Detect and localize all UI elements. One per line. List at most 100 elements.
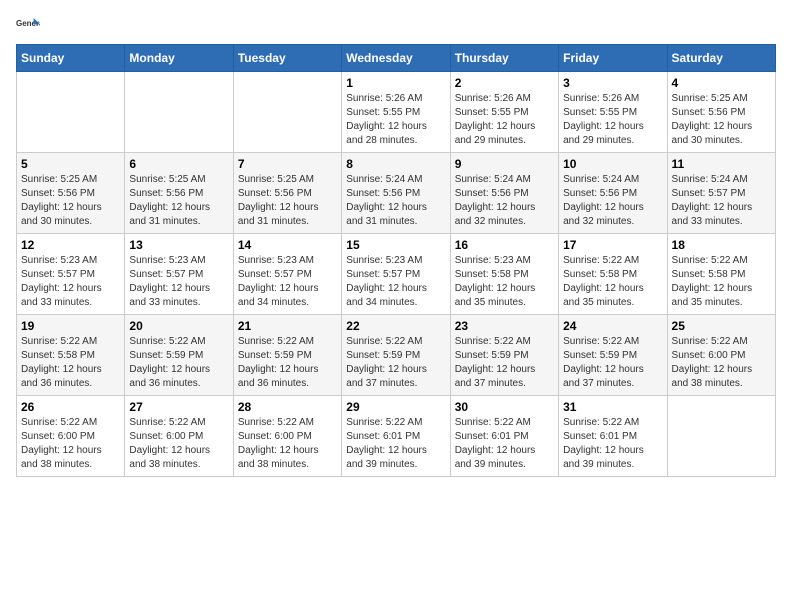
calendar-cell: 6 Sunrise: 5:25 AM Sunset: 5:56 PM Daylig…	[125, 153, 233, 234]
calendar-cell: 14 Sunrise: 5:23 AM Sunset: 5:57 PM Dayli…	[233, 234, 341, 315]
day-number: 30	[455, 400, 554, 414]
day-number: 28	[238, 400, 337, 414]
day-info: Sunrise: 5:26 AM Sunset: 5:55 PM Dayligh…	[563, 92, 662, 148]
day-number: 24	[563, 319, 662, 333]
day-header-friday: Friday	[559, 45, 667, 72]
calendar-cell: 3 Sunrise: 5:26 AM Sunset: 5:55 PM Daylig…	[559, 72, 667, 153]
day-info: Sunrise: 5:25 AM Sunset: 5:56 PM Dayligh…	[21, 173, 120, 229]
calendar-cell: 30Sunrise: 5:22 AM Sunset: 6:01 PM Dayli…	[450, 396, 558, 477]
calendar-cell: 31 Sunrise: 5:22 AM Sunset: 6:01 PM Dayli…	[559, 396, 667, 477]
day-info: Sunrise: 5:22 AM Sunset: 6:00 PM Dayligh…	[672, 335, 771, 391]
day-info: Sunrise: 5:22 AM Sunset: 5:59 PM Dayligh…	[563, 335, 662, 391]
day-info: Sunrise: 5:24 AM Sunset: 5:56 PM Dayligh…	[455, 173, 554, 229]
day-info: Sunrise: 5:23 AM Sunset: 5:57 PM Dayligh…	[238, 254, 337, 310]
day-info: Sunrise: 5:25 AM Sunset: 5:56 PM Dayligh…	[238, 173, 337, 229]
day-number: 22	[346, 319, 445, 333]
day-number: 3	[563, 76, 662, 90]
day-number: 13	[129, 238, 228, 252]
calendar-cell	[125, 72, 233, 153]
calendar-cell: 25 Sunrise: 5:22 AM Sunset: 6:00 PM Dayli…	[667, 315, 775, 396]
day-info: Sunrise: 5:23 AM Sunset: 5:57 PM Dayligh…	[346, 254, 445, 310]
day-number: 5	[21, 157, 120, 171]
day-header-tuesday: Tuesday	[233, 45, 341, 72]
day-number: 31	[563, 400, 662, 414]
day-header-sunday: Sunday	[17, 45, 125, 72]
calendar-cell: 17 Sunrise: 5:22 AM Sunset: 5:58 PM Dayli…	[559, 234, 667, 315]
calendar-cell: 2Sunrise: 5:26 AM Sunset: 5:55 PM Daylig…	[450, 72, 558, 153]
week-row-1: 1 Sunrise: 5:26 AM Sunset: 5:55 PM Daylig…	[17, 72, 776, 153]
calendar-cell: 23 Sunrise: 5:22 AM Sunset: 5:59 PM Dayli…	[450, 315, 558, 396]
day-number: 11	[672, 157, 771, 171]
calendar-cell: 22 Sunrise: 5:22 AM Sunset: 5:59 PM Dayli…	[342, 315, 450, 396]
day-number: 6	[129, 157, 228, 171]
calendar-cell	[233, 72, 341, 153]
calendar-cell: 9 Sunrise: 5:24 AM Sunset: 5:56 PM Daylig…	[450, 153, 558, 234]
calendar-cell: 21 Sunrise: 5:22 AM Sunset: 5:59 PM Dayli…	[233, 315, 341, 396]
calendar-cell: 1 Sunrise: 5:26 AM Sunset: 5:55 PM Daylig…	[342, 72, 450, 153]
calendar-cell: 12Sunrise: 5:23 AM Sunset: 5:57 PM Dayli…	[17, 234, 125, 315]
day-number: 4	[672, 76, 771, 90]
day-info: Sunrise: 5:22 AM Sunset: 5:59 PM Dayligh…	[129, 335, 228, 391]
day-info: Sunrise: 5:22 AM Sunset: 6:01 PM Dayligh…	[563, 416, 662, 472]
calendar-cell: 28 Sunrise: 5:22 AM Sunset: 6:00 PM Dayli…	[233, 396, 341, 477]
calendar-body: 1 Sunrise: 5:26 AM Sunset: 5:55 PM Daylig…	[17, 72, 776, 477]
day-number: 26	[21, 400, 120, 414]
day-number: 20	[129, 319, 228, 333]
day-number: 23	[455, 319, 554, 333]
day-header-wednesday: Wednesday	[342, 45, 450, 72]
calendar-cell: 24 Sunrise: 5:22 AM Sunset: 5:59 PM Dayli…	[559, 315, 667, 396]
calendar-cell: 15 Sunrise: 5:23 AM Sunset: 5:57 PM Dayli…	[342, 234, 450, 315]
calendar-cell: 11Sunrise: 5:24 AM Sunset: 5:57 PM Dayli…	[667, 153, 775, 234]
calendar-cell: 5 Sunrise: 5:25 AM Sunset: 5:56 PM Daylig…	[17, 153, 125, 234]
week-row-2: 5 Sunrise: 5:25 AM Sunset: 5:56 PM Daylig…	[17, 153, 776, 234]
logo-icon: General	[16, 16, 40, 36]
day-info: Sunrise: 5:23 AM Sunset: 5:57 PM Dayligh…	[129, 254, 228, 310]
day-number: 29	[346, 400, 445, 414]
day-number: 7	[238, 157, 337, 171]
week-row-3: 12 Sunrise: 5:23 AM Sunset: 5:57 PM Dayli…	[17, 234, 776, 315]
day-number: 19	[21, 319, 120, 333]
day-info: Sunrise: 5:22 AM Sunset: 5:59 PM Dayligh…	[346, 335, 445, 391]
day-number: 15	[346, 238, 445, 252]
calendar-cell	[667, 396, 775, 477]
calendar-cell: 26 Sunrise: 5:22 AM Sunset: 6:00 PM Dayli…	[17, 396, 125, 477]
day-info: Sunrise: 5:22 AM Sunset: 5:58 PM Dayligh…	[563, 254, 662, 310]
day-number: 14	[238, 238, 337, 252]
calendar-cell: 19Sunrise: 5:22 AM Sunset: 5:58 PM Dayli…	[17, 315, 125, 396]
day-info: Sunrise: 5:26 AM Sunset: 5:55 PM Dayligh…	[346, 92, 445, 148]
week-row-5: 26 Sunrise: 5:22 AM Sunset: 6:00 PM Dayli…	[17, 396, 776, 477]
day-number: 27	[129, 400, 228, 414]
day-info: Sunrise: 5:22 AM Sunset: 5:58 PM Dayligh…	[672, 254, 771, 310]
day-number: 8	[346, 157, 445, 171]
logo: General	[16, 16, 44, 36]
calendar-cell: 4 Sunrise: 5:25 AM Sunset: 5:56 PM Daylig…	[667, 72, 775, 153]
day-number: 25	[672, 319, 771, 333]
day-number: 12	[21, 238, 120, 252]
day-number: 10	[563, 157, 662, 171]
day-info: Sunrise: 5:24 AM Sunset: 5:56 PM Dayligh…	[346, 173, 445, 229]
day-info: Sunrise: 5:22 AM Sunset: 5:59 PM Dayligh…	[455, 335, 554, 391]
day-header-thursday: Thursday	[450, 45, 558, 72]
calendar-cell: 7 Sunrise: 5:25 AM Sunset: 5:56 PM Daylig…	[233, 153, 341, 234]
calendar-cell	[17, 72, 125, 153]
day-info: Sunrise: 5:22 AM Sunset: 6:01 PM Dayligh…	[346, 416, 445, 472]
day-number: 21	[238, 319, 337, 333]
calendar-cell: 20 Sunrise: 5:22 AM Sunset: 5:59 PM Dayli…	[125, 315, 233, 396]
day-info: Sunrise: 5:22 AM Sunset: 6:00 PM Dayligh…	[238, 416, 337, 472]
day-header-monday: Monday	[125, 45, 233, 72]
calendar-cell: 29 Sunrise: 5:22 AM Sunset: 6:01 PM Dayli…	[342, 396, 450, 477]
day-number: 17	[563, 238, 662, 252]
calendar-cell: 16Sunrise: 5:23 AM Sunset: 5:58 PM Dayli…	[450, 234, 558, 315]
day-info: Sunrise: 5:22 AM Sunset: 5:59 PM Dayligh…	[238, 335, 337, 391]
day-number: 2	[455, 76, 554, 90]
day-info: Sunrise: 5:22 AM Sunset: 6:00 PM Dayligh…	[21, 416, 120, 472]
day-number: 18	[672, 238, 771, 252]
day-info: Sunrise: 5:25 AM Sunset: 5:56 PM Dayligh…	[129, 173, 228, 229]
day-number: 16	[455, 238, 554, 252]
calendar-cell: 18 Sunrise: 5:22 AM Sunset: 5:58 PM Dayli…	[667, 234, 775, 315]
day-number: 1	[346, 76, 445, 90]
day-info: Sunrise: 5:25 AM Sunset: 5:56 PM Dayligh…	[672, 92, 771, 148]
week-row-4: 19Sunrise: 5:22 AM Sunset: 5:58 PM Dayli…	[17, 315, 776, 396]
day-number: 9	[455, 157, 554, 171]
calendar-cell: 8 Sunrise: 5:24 AM Sunset: 5:56 PM Daylig…	[342, 153, 450, 234]
